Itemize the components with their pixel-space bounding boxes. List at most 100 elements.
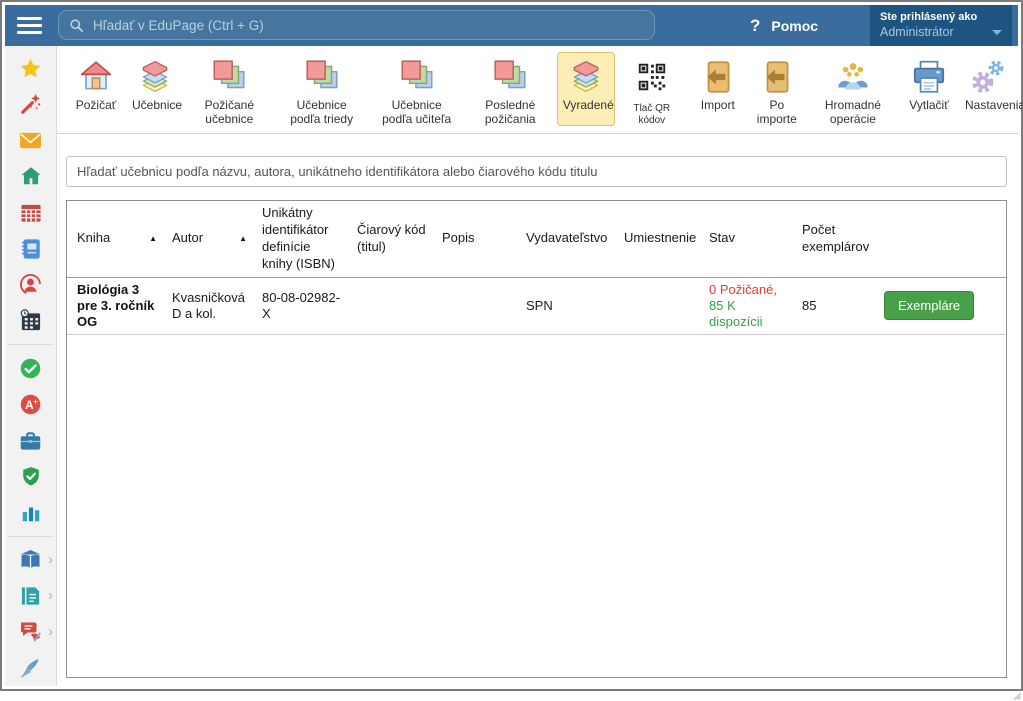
cell-pocet: 85	[792, 277, 874, 335]
toolbar-item-po-importe[interactable]: Po importe	[748, 52, 806, 132]
toolbar-item-pozicane-ucebnice[interactable]: Požičané učebnice	[185, 52, 274, 132]
gears-icon	[965, 57, 1011, 97]
question-mark-icon: ?	[750, 16, 760, 36]
toolbar-item-import[interactable]: Import	[689, 52, 747, 126]
col-header-isbn[interactable]: Unikátny identifikátor definície knihy (…	[252, 201, 347, 277]
chevron-right-icon: ›	[48, 552, 53, 567]
shield-icon	[20, 465, 42, 488]
toolbar-item-label: Vyradené	[563, 99, 609, 113]
sidebar-item-docs[interactable]: ›	[5, 578, 56, 614]
chevron-down-icon	[992, 30, 1002, 35]
sidebar-item-grid[interactable]	[5, 195, 56, 231]
cell-umiestnenie	[614, 277, 699, 335]
aplus-icon: A+	[19, 393, 42, 416]
exemplare-button[interactable]: Exempláre	[884, 291, 974, 320]
sidebar-item-star[interactable]	[5, 50, 56, 86]
toolbar-item-nastavenia[interactable]: Nastavenia	[959, 52, 1017, 126]
docs-icon	[19, 585, 42, 607]
books-table: Kniha ▲ Autor ▲ Unikátny identifikátor d…	[66, 200, 1007, 678]
squares-icon	[471, 57, 550, 97]
quill-icon	[19, 657, 42, 680]
sidebar-item-shield[interactable]	[5, 458, 56, 494]
cell-stav: 0 Požičané, 85 K dispozícii	[699, 277, 792, 335]
topbar: Hľadať v EduPage (Ctrl + G) ? Pomoc Ste …	[5, 5, 1018, 46]
chevron-right-icon: ›	[48, 624, 53, 639]
hamburger-menu-button[interactable]	[17, 17, 43, 38]
col-header-stav[interactable]: Stav	[699, 201, 792, 277]
book-search-input[interactable]	[66, 156, 1007, 187]
toolbar-item-hromadne-operacie[interactable]: Hromadné operácie	[807, 52, 899, 132]
help-button[interactable]: ? Pomoc	[750, 5, 818, 46]
cell-isbn: 80-08-02982-X	[252, 277, 347, 335]
import-icon	[754, 57, 800, 97]
chevron-right-icon: ›	[48, 588, 53, 603]
people-icon	[813, 57, 893, 97]
calendar-icon	[19, 309, 42, 332]
sidebar-item-wand[interactable]	[5, 86, 56, 122]
toolbar-item-label: Nastavenia	[965, 99, 1011, 113]
toolbar-item-pozicat[interactable]: Požičať	[67, 52, 125, 126]
sidebar-item-aplus[interactable]: A+	[5, 386, 56, 422]
resize-grip-icon[interactable]	[1012, 691, 1021, 700]
sidebar-item-home[interactable]	[5, 158, 56, 194]
cell-popis	[432, 277, 516, 335]
svg-text:+: +	[33, 397, 38, 406]
sidebar-item-calendar[interactable]	[5, 303, 56, 339]
sidebar-item-quill[interactable]	[5, 650, 56, 686]
account-menu[interactable]: Ste prihlásený ako Administrátor	[870, 5, 1012, 46]
qr-icon	[622, 57, 682, 97]
sidebar-item-user[interactable]	[5, 267, 56, 303]
col-header-actions	[874, 201, 1006, 277]
col-header-autor[interactable]: Autor ▲	[162, 201, 252, 277]
status-borrowed: 0 Požičané,	[709, 282, 786, 298]
col-header-kniha[interactable]: Kniha ▲	[67, 201, 162, 277]
wand-icon	[20, 93, 42, 115]
col-header-vydavatelstvo[interactable]: Vydavateľstvo	[516, 201, 614, 277]
cell-autor: Kvasničková D a kol.	[162, 277, 252, 335]
sidebar-item-check[interactable]	[5, 350, 56, 386]
toolbar-item-ucebnice-podla-ucitela[interactable]: Učebnice podľa učiteľa	[370, 52, 464, 132]
sidebar-item-book[interactable]: ›	[5, 542, 56, 578]
squares-icon	[376, 57, 458, 97]
briefcase-icon	[19, 430, 42, 451]
sidebar-item-chat[interactable]: ›	[5, 614, 56, 650]
toolbar-item-ucebnice[interactable]: Učebnice	[126, 52, 184, 126]
sidebar-item-notebook[interactable]	[5, 231, 56, 267]
user-icon	[19, 273, 42, 296]
star-icon	[19, 57, 42, 80]
chart-icon	[20, 502, 42, 524]
table-row[interactable]: Biológia 3 pre 3. ročník OG Kvasničková …	[67, 277, 1006, 335]
col-header-ciarovy-kod[interactable]: Čiarový kód (titul)	[347, 201, 432, 277]
col-header-pocet-exemplarov[interactable]: Počet exemplárov	[792, 201, 874, 277]
toolbar-item-posledne-pozicania[interactable]: Posledné požičania	[465, 52, 556, 132]
envelope-icon	[19, 131, 42, 150]
col-header-umiestnenie[interactable]: Umiestnenie	[614, 201, 699, 277]
toolbar-item-label: Učebnice podľa triedy	[281, 99, 363, 127]
printer-icon	[906, 57, 952, 97]
house-icon	[73, 57, 119, 97]
grid-icon	[20, 203, 42, 223]
toolbar-item-label: Požičať	[73, 99, 119, 113]
chat-icon	[19, 621, 43, 643]
toolbar-item-label: Učebnice podľa učiteľa	[376, 99, 458, 127]
sidebar-divider	[8, 536, 53, 537]
layers-icon	[132, 57, 178, 97]
toolbar-item-tlac-qr-kodov[interactable]: Tlač QR kódov	[616, 52, 688, 131]
toolbar-item-vyradene[interactable]: Vyradené	[557, 52, 615, 126]
sidebar-item-chart[interactable]	[5, 495, 56, 531]
account-role: Administrátor	[880, 25, 954, 39]
cell-vydavatelstvo: SPN	[516, 277, 614, 335]
global-search-input[interactable]: Hľadať v EduPage (Ctrl + G)	[58, 10, 655, 40]
toolbar-item-ucebnice-podla-triedy[interactable]: Učebnice podľa triedy	[275, 52, 369, 132]
toolbar: PožičaťUčebnicePožičané učebniceUčebnice…	[57, 46, 1018, 134]
toolbar-item-label: Učebnice	[132, 99, 178, 113]
sidebar: A+ › › ›	[5, 46, 57, 686]
help-label: Pomoc	[771, 18, 818, 34]
toolbar-item-label: Po importe	[754, 99, 800, 127]
sidebar-item-envelope[interactable]	[5, 122, 56, 158]
cell-ciarovy-kod	[347, 277, 432, 335]
sidebar-item-briefcase[interactable]	[5, 422, 56, 458]
cell-actions: Exempláre	[874, 277, 1006, 335]
toolbar-item-vytlacit[interactable]: Vytlačiť	[900, 52, 958, 126]
col-header-popis[interactable]: Popis	[432, 201, 516, 277]
